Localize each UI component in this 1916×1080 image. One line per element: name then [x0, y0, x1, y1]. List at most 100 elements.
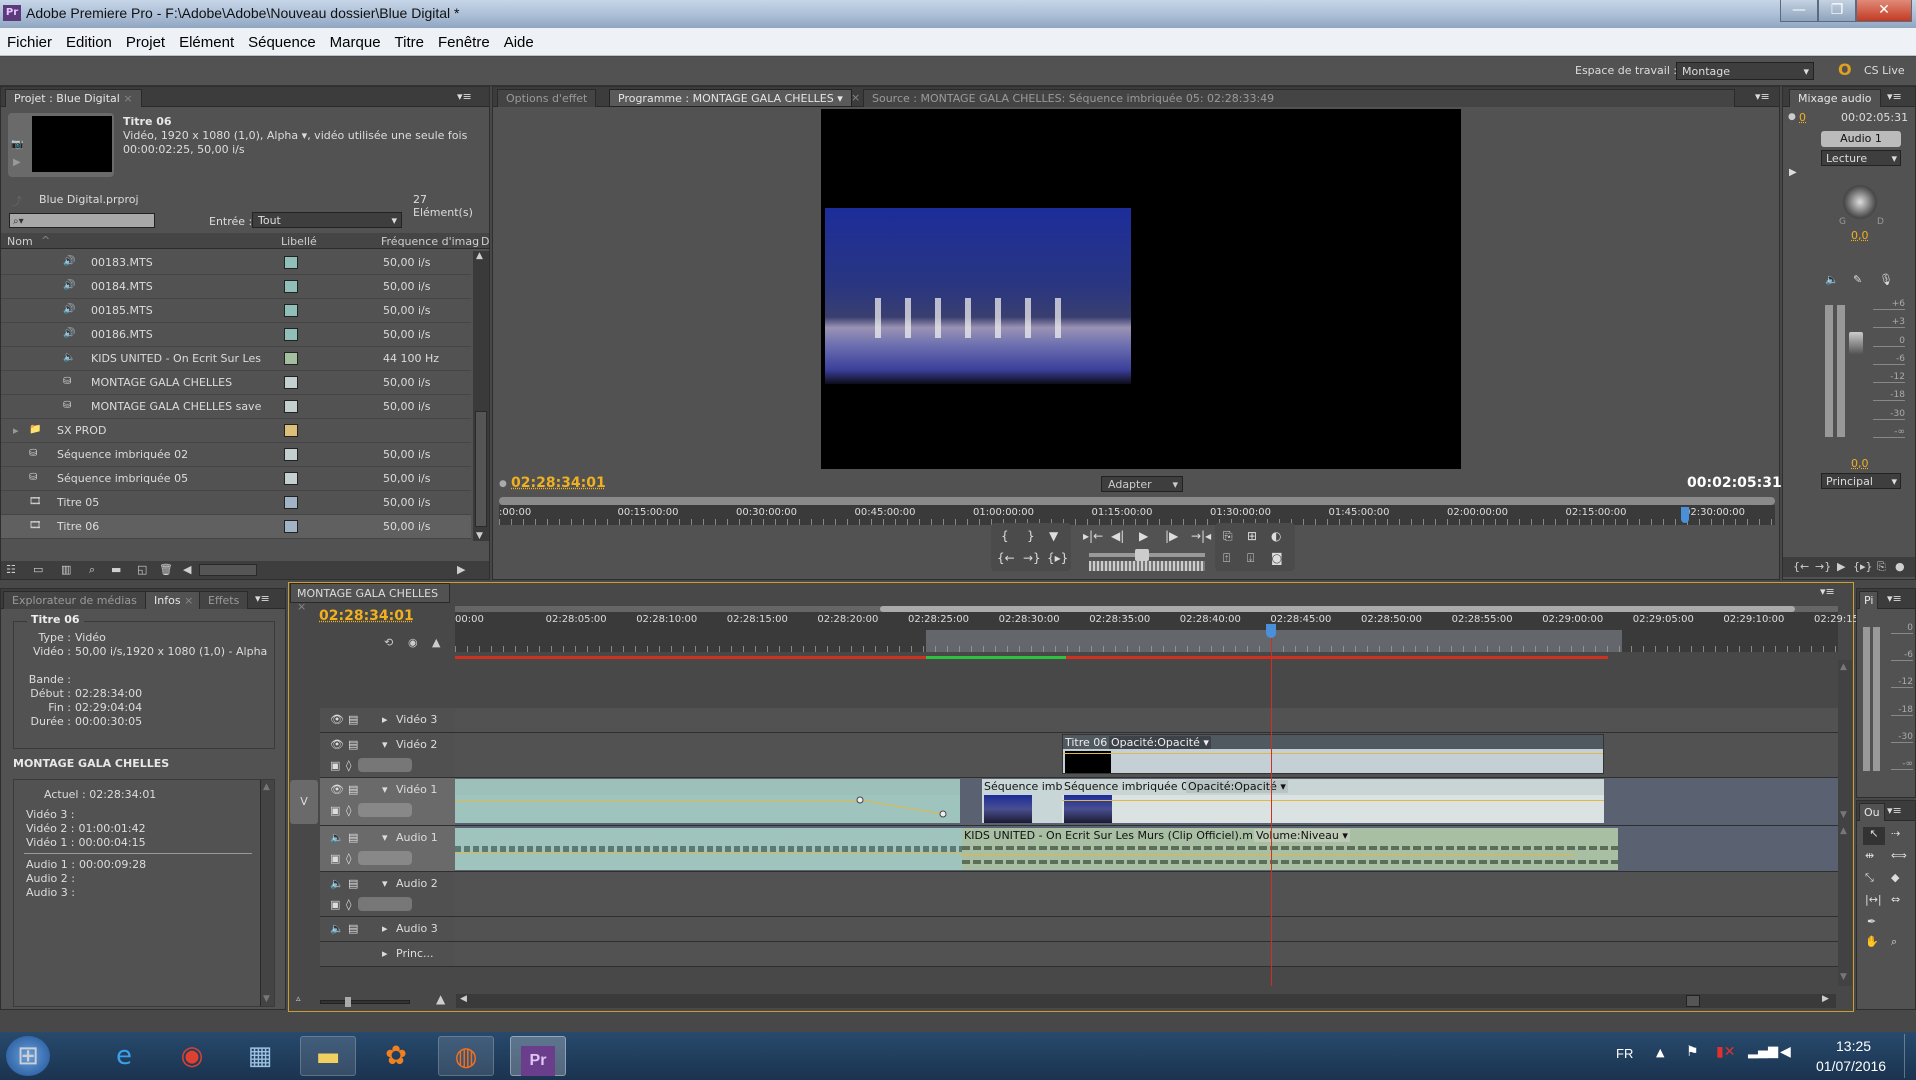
panel-menu-icon[interactable]: ▾≡	[1887, 804, 1902, 817]
tab-effects[interactable]: Effets	[199, 591, 249, 609]
new-item-icon[interactable]: ◱	[137, 563, 147, 576]
project-item[interactable]: 🎞 Titre 06 50,00 i/s	[1, 515, 471, 539]
opacity-line[interactable]	[1062, 800, 1604, 801]
timeline-v-scrollbar[interactable]: ▲ ▼ ▲ ▼	[1838, 660, 1852, 986]
mark-in-icon[interactable]: {	[1001, 529, 1009, 543]
speaker-icon[interactable]: 🔈	[330, 877, 344, 890]
taskbar-internet-explorer[interactable]: e	[96, 1036, 152, 1076]
clock-time[interactable]: 13:25	[1836, 1038, 1871, 1054]
record-icon[interactable]: ●	[1895, 560, 1905, 573]
fit-select[interactable]: Adapter ▾	[1101, 476, 1183, 492]
panel-menu-icon[interactable]: ▾≡	[1887, 592, 1902, 605]
label-swatch[interactable]	[284, 256, 298, 269]
lift-icon[interactable]: ⍐	[1223, 551, 1230, 566]
start-button[interactable]: ⊞	[6, 1036, 50, 1076]
keyframe-navigator[interactable]	[358, 803, 412, 817]
action-center-flag-icon[interactable]: ⚑	[1686, 1044, 1699, 1060]
project-item[interactable]: 🔊 00186.MTS 50,00 i/s	[1, 323, 471, 347]
list-view-icon[interactable]: ☷	[6, 563, 16, 576]
safe-margins-icon[interactable]: ⊞	[1247, 529, 1257, 543]
marker-icon[interactable]: ▲	[432, 636, 440, 649]
solo-icon[interactable]: ✎	[1853, 273, 1862, 286]
taskbar-premiere-pro[interactable]: Pr	[510, 1036, 566, 1076]
project-item[interactable]: ⛁ Séquence imbriquée 05 50,00 i/s	[1, 467, 471, 491]
menu-fichier[interactable]: Fichier	[0, 28, 59, 57]
zoom-in-icon[interactable]: ▲	[436, 992, 445, 1006]
mixer-position[interactable]: 0	[1799, 111, 1806, 124]
jog-wheel[interactable]	[1089, 561, 1205, 571]
play-icon[interactable]: ▶	[13, 157, 21, 168]
tab-meters[interactable]: Pi	[1859, 591, 1879, 609]
scroll-up-icon[interactable]: ▲	[1840, 662, 1847, 672]
find-icon[interactable]: ⌕	[89, 563, 95, 577]
program-video-frame[interactable]	[821, 109, 1461, 469]
collapse-icon[interactable]: ▾	[382, 783, 388, 796]
project-item[interactable]: 🔊 00185.MTS 50,00 i/s	[1, 299, 471, 323]
timeline-playhead-handle[interactable]	[1266, 624, 1276, 638]
search-input[interactable]: ⌕▾	[9, 213, 155, 228]
scroll-left-icon[interactable]: ◀	[183, 563, 191, 576]
camera-icon[interactable]: 📷	[11, 139, 23, 150]
zoom-out-icon[interactable]: ▵	[296, 994, 301, 1004]
source-target-v[interactable]: V	[290, 780, 318, 824]
go-to-in-icon[interactable]: {←	[997, 551, 1015, 565]
scroll-left-icon[interactable]: ◀	[460, 994, 467, 1004]
keyframe[interactable]	[939, 810, 947, 818]
scroll-up-icon[interactable]: ▲	[476, 251, 483, 261]
label-swatch[interactable]	[284, 352, 298, 365]
previous-edit-icon[interactable]: ▸|←	[1083, 529, 1103, 543]
step-back-icon[interactable]: ◀|	[1111, 529, 1124, 543]
clip-sequence-imbriquee-05[interactable]: Séquence imbriquée 05 Opacité:Opacité ▾	[1062, 779, 1604, 823]
menu-marque[interactable]: Marque	[323, 28, 388, 57]
mark-out-icon[interactable]: }	[1027, 529, 1035, 543]
export-frame-icon[interactable]: ◙	[1271, 551, 1283, 565]
lock-icon[interactable]: ▤	[348, 738, 358, 751]
zoom-bar[interactable]	[499, 497, 1775, 505]
effect-select[interactable]: Volume:Niveau ▾	[1254, 829, 1350, 842]
show-desktop-button[interactable]	[1904, 1034, 1916, 1078]
icon-view-icon[interactable]: ▭	[33, 563, 43, 576]
language-indicator[interactable]: FR	[1616, 1046, 1633, 1061]
label-swatch[interactable]	[284, 496, 298, 509]
project-scrollbar[interactable]: ▲ ▼	[473, 251, 489, 541]
label-swatch[interactable]	[284, 328, 298, 341]
shuttle-slider[interactable]	[1089, 549, 1205, 561]
lock-icon[interactable]: ▤	[348, 877, 358, 890]
project-item[interactable]: ⛁ MONTAGE GALA CHELLES 50,00 i/s	[1, 371, 471, 395]
expand-icon[interactable]: ▶	[1789, 167, 1797, 178]
label-swatch[interactable]	[284, 448, 298, 461]
play-in-to-out-icon[interactable]: {▸}	[1047, 551, 1068, 565]
set-marker-icon[interactable]: ◉	[408, 636, 418, 649]
scroll-down-icon[interactable]: ▼	[476, 531, 483, 541]
scroll-right-icon[interactable]: ▶	[457, 563, 465, 576]
cs-live-button[interactable]: CS Live	[1864, 64, 1905, 77]
waveform-icon[interactable]: ▣	[330, 852, 340, 865]
ripple-edit-tool-icon[interactable]: ⇹	[1865, 849, 1874, 862]
close-icon[interactable]: ×	[297, 600, 306, 613]
lock-icon[interactable]: ▤	[348, 922, 358, 935]
slip-tool-icon[interactable]: |↔|	[1865, 893, 1882, 906]
lock-icon[interactable]: ▤	[348, 783, 358, 796]
program-time-ruler[interactable]: :00:00 00:15:00:00 00:30:00:00 00:45:00:00 0…	[499, 505, 1815, 525]
keyframe-navigator[interactable]	[358, 758, 412, 772]
expand-icon[interactable]: ▸	[13, 424, 19, 437]
clip-video-1-a[interactable]	[455, 779, 960, 823]
taskbar-firefox[interactable]: ◍	[438, 1036, 494, 1076]
entree-select[interactable]: Tout ▾	[252, 212, 402, 228]
eye-icon[interactable]: 👁	[330, 783, 344, 796]
opacity-line[interactable]	[1063, 753, 1603, 754]
collapse-icon[interactable]: ▾	[382, 877, 388, 890]
scroll-down-icon[interactable]: ▼	[1840, 972, 1847, 982]
snap-icon[interactable]: ⟲	[384, 636, 393, 649]
label-swatch[interactable]	[284, 304, 298, 317]
track-name-button[interactable]: Audio 1	[1821, 131, 1901, 147]
tab-audio-mixer[interactable]: Mixage audio	[1789, 89, 1881, 107]
clip-audio-kids-united[interactable]: KIDS UNITED - On Ecrit Sur Les Murs (Cli…	[962, 828, 1618, 870]
loop-icon[interactable]: ⎘	[1223, 529, 1233, 544]
rate-stretch-tool-icon[interactable]: ⤡	[1865, 871, 1874, 885]
pen-tool-icon[interactable]: ✒	[1867, 915, 1876, 928]
lock-icon[interactable]: ▤	[348, 831, 358, 844]
column-d[interactable]: D	[481, 235, 489, 248]
expand-icon[interactable]: ▸	[382, 713, 388, 726]
new-bin-icon[interactable]: ▬	[111, 563, 121, 576]
